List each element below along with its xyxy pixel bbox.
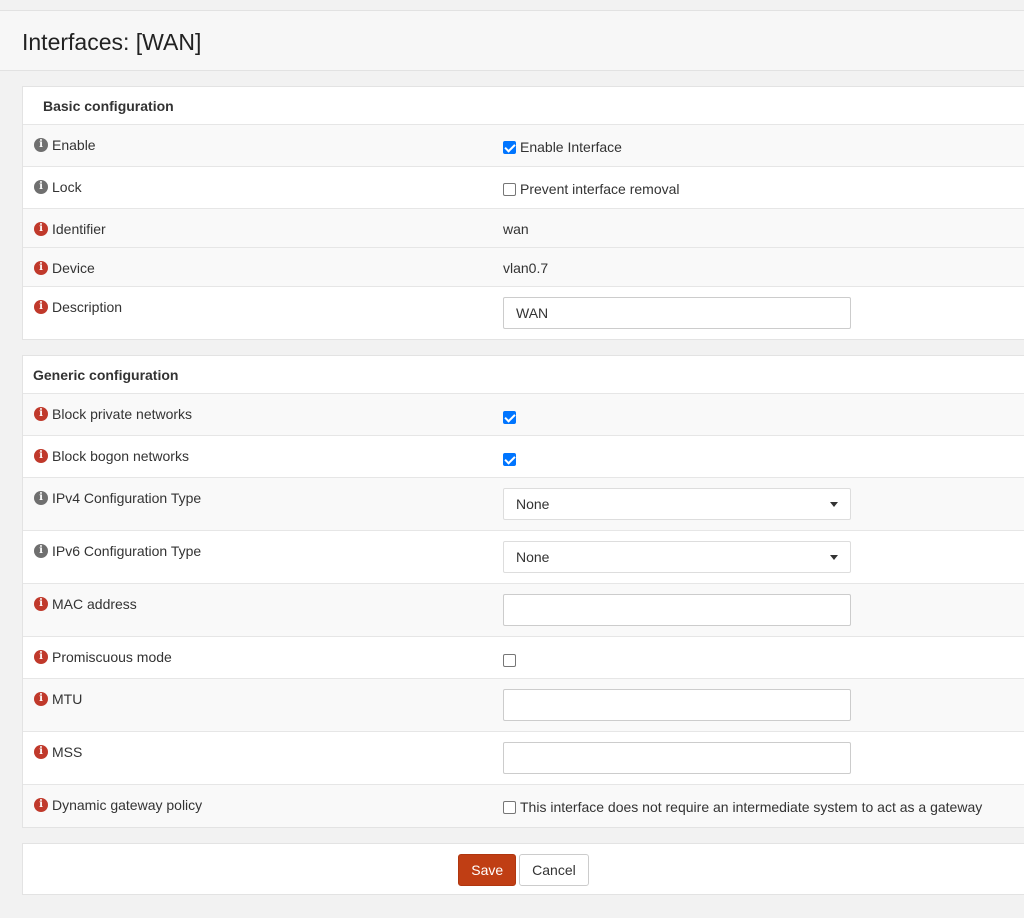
info-icon[interactable]: i (34, 449, 48, 463)
dynamic-gateway-checkbox-label[interactable]: This interface does not require an inter… (520, 799, 982, 815)
mtu-input[interactable] (503, 689, 851, 721)
label-text: Block private networks (52, 406, 193, 422)
form-actions: Save Cancel (23, 844, 1024, 896)
info-icon[interactable]: i (34, 650, 48, 664)
mac-address-input[interactable] (503, 594, 851, 626)
page-title: Interfaces: [WAN] (22, 29, 202, 55)
identifier-row: i Identifier wan (23, 209, 1024, 248)
label-text: Block bogon networks (52, 448, 189, 464)
info-icon[interactable]: i (34, 261, 48, 275)
label-text: Description (52, 299, 123, 315)
lock-checkbox[interactable] (503, 182, 516, 196)
row-label: i Device (34, 260, 95, 276)
generic-configuration-panel: Generic configuration i Block private ne… (22, 355, 1024, 828)
mac-address-row: i MAC address (23, 584, 1024, 637)
block-bogon-checkbox-field[interactable] (503, 450, 516, 466)
ipv4-type-row: i IPv4 Configuration Type None (23, 478, 1024, 531)
block-private-checkbox[interactable] (503, 410, 516, 424)
label-text: MTU (52, 691, 83, 707)
row-label: i Identifier (34, 221, 106, 237)
ipv4-type-select[interactable]: None (503, 488, 851, 520)
lock-checkbox-field[interactable]: Prevent interface removal (503, 181, 680, 197)
promiscuous-row: i Promiscuous mode (23, 637, 1024, 679)
enable-row: i Enable Enable Interface (23, 125, 1024, 167)
info-icon[interactable]: i (34, 544, 48, 558)
section-heading: Generic configuration (23, 356, 1024, 394)
label-text: Dynamic gateway policy (52, 797, 203, 813)
row-label: i Lock (34, 179, 82, 195)
row-label: i Description (34, 299, 122, 315)
label-text: Device (52, 260, 95, 276)
enable-checkbox-field[interactable]: Enable Interface (503, 139, 622, 155)
dynamic-gateway-row: i Dynamic gateway policy This interface … (23, 785, 1024, 827)
chevron-down-icon (830, 554, 838, 560)
info-icon[interactable]: i (34, 745, 48, 759)
row-label: i Promiscuous mode (34, 649, 172, 665)
label-text: MSS (52, 744, 83, 760)
promiscuous-checkbox[interactable] (503, 653, 516, 667)
enable-checkbox-label[interactable]: Enable Interface (520, 139, 622, 155)
info-icon[interactable]: i (34, 692, 48, 706)
page-header: Interfaces: [WAN] (0, 10, 1024, 71)
enable-checkbox[interactable] (503, 140, 516, 154)
label-text: MAC address (52, 596, 137, 612)
mss-input[interactable] (503, 742, 851, 774)
description-input[interactable] (503, 297, 851, 329)
label-text: IPv4 Configuration Type (52, 490, 202, 506)
info-icon[interactable]: i (34, 597, 48, 611)
block-private-row: i Block private networks (23, 394, 1024, 436)
block-bogon-checkbox[interactable] (503, 452, 516, 466)
chevron-down-icon (830, 501, 838, 507)
promiscuous-checkbox-field[interactable] (503, 651, 516, 667)
description-row: i Description (23, 287, 1024, 339)
row-label: i IPv4 Configuration Type (34, 490, 201, 506)
dynamic-gateway-checkbox-field[interactable]: This interface does not require an inter… (503, 799, 982, 815)
mss-row: i MSS (23, 732, 1024, 785)
info-icon[interactable]: i (34, 300, 48, 314)
info-icon[interactable]: i (34, 407, 48, 421)
lock-checkbox-label[interactable]: Prevent interface removal (520, 181, 680, 197)
row-label: i Enable (34, 137, 96, 153)
label-text: IPv6 Configuration Type (52, 543, 202, 559)
info-icon[interactable]: i (34, 798, 48, 812)
identifier-value: wan (503, 221, 529, 237)
form-actions-panel: Save Cancel (22, 843, 1024, 895)
row-label: i Dynamic gateway policy (34, 797, 202, 813)
info-icon[interactable]: i (34, 138, 48, 152)
info-icon[interactable]: i (34, 222, 48, 236)
mtu-row: i MTU (23, 679, 1024, 732)
row-label: i MTU (34, 691, 82, 707)
cancel-button[interactable]: Cancel (519, 854, 589, 886)
label-text: Enable (52, 137, 96, 153)
select-value: None (516, 549, 550, 565)
row-label: i Block bogon networks (34, 448, 189, 464)
ipv6-type-select[interactable]: None (503, 541, 851, 573)
row-label: i MSS (34, 744, 82, 760)
save-button[interactable]: Save (458, 854, 517, 886)
label-text: Promiscuous mode (52, 649, 172, 665)
row-label: i MAC address (34, 596, 137, 612)
info-icon[interactable]: i (34, 180, 48, 194)
block-private-checkbox-field[interactable] (503, 408, 516, 424)
device-row: i Device vlan0.7 (23, 248, 1024, 287)
label-text: Lock (52, 179, 82, 195)
ipv6-type-row: i IPv6 Configuration Type None (23, 531, 1024, 584)
section-heading: Basic configuration (23, 87, 1024, 125)
block-bogon-row: i Block bogon networks (23, 436, 1024, 478)
basic-configuration-panel: Basic configuration i Enable Enable Inte… (22, 86, 1024, 340)
row-label: i Block private networks (34, 406, 192, 422)
select-value: None (516, 496, 550, 512)
info-icon[interactable]: i (34, 491, 48, 505)
dynamic-gateway-checkbox[interactable] (503, 800, 516, 814)
device-value: vlan0.7 (503, 260, 549, 276)
label-text: Identifier (52, 221, 106, 237)
row-label: i IPv6 Configuration Type (34, 543, 201, 559)
lock-row: i Lock Prevent interface removal (23, 167, 1024, 209)
